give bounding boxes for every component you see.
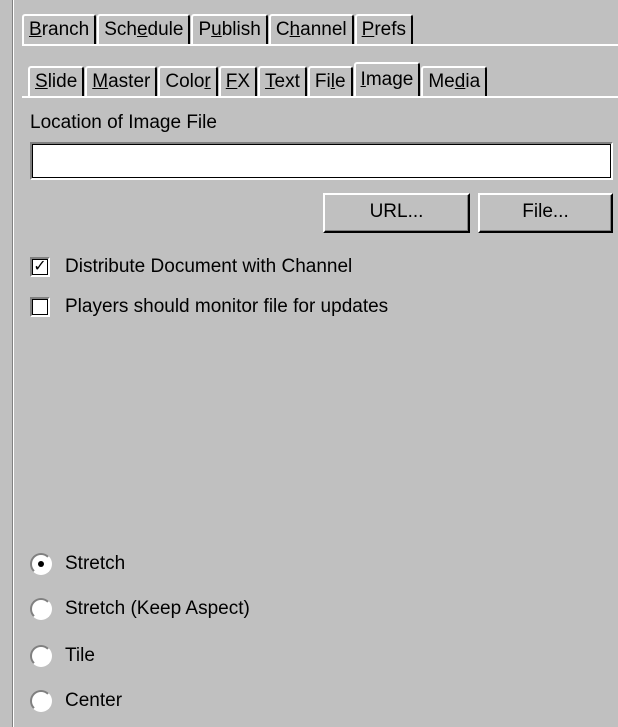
monitor-label: Players should monitor file for updates xyxy=(65,296,389,317)
distribute-checkbox-row[interactable]: ✓ Distribute Document with Channel xyxy=(30,256,352,278)
tab-media[interactable]: Media xyxy=(421,66,488,96)
distribute-label: Distribute Document with Channel xyxy=(65,256,353,277)
tab-file[interactable]: File xyxy=(307,66,353,96)
radio-center-label: Center xyxy=(65,690,123,711)
tab-color[interactable]: Color xyxy=(158,66,218,96)
tab-prefs[interactable]: Prefs xyxy=(354,14,413,44)
tab-image[interactable]: Image xyxy=(353,62,421,96)
radio-tile-label: Tile xyxy=(65,645,95,666)
location-field[interactable] xyxy=(30,142,613,180)
tab-branch[interactable]: Branch xyxy=(22,14,97,44)
tab-channel[interactable]: Channel xyxy=(268,14,354,44)
tab-publish[interactable]: Publish xyxy=(191,14,268,44)
image-settings-panel: Branch Schedule Publish Channel Prefs Sl… xyxy=(0,0,618,727)
radio-selected-dot xyxy=(38,561,44,567)
tab-fx[interactable]: FX xyxy=(218,66,258,96)
tab-schedule[interactable]: Schedule xyxy=(97,14,191,44)
tab-text[interactable]: Text xyxy=(258,66,307,96)
radio-stretch-label: Stretch xyxy=(65,553,126,574)
file-button[interactable]: File... xyxy=(478,193,613,233)
monitor-checkbox-row[interactable]: Players should monitor file for updates xyxy=(30,296,388,318)
radio-stretch-keep-aspect-button[interactable] xyxy=(30,598,52,620)
radio-tile[interactable]: Tile xyxy=(30,645,95,667)
radio-center-button[interactable] xyxy=(30,690,52,712)
tab-slide[interactable]: Slide xyxy=(28,66,85,96)
location-input[interactable] xyxy=(32,144,611,178)
radio-center[interactable]: Center xyxy=(30,690,122,712)
url-button[interactable]: URL... xyxy=(323,193,470,233)
location-label: Location of Image File xyxy=(30,112,217,133)
radio-stretch-keep-aspect-label: Stretch (Keep Aspect) xyxy=(65,598,250,619)
panel-border-highlight xyxy=(13,0,14,727)
distribute-checkbox[interactable]: ✓ xyxy=(30,257,50,277)
top-tab-bar: Branch Schedule Publish Channel Prefs xyxy=(22,14,414,44)
monitor-checkbox[interactable] xyxy=(30,297,50,317)
tab-master[interactable]: Master xyxy=(85,66,158,96)
radio-stretch[interactable]: Stretch xyxy=(30,553,125,575)
radio-stretch-keep-aspect[interactable]: Stretch (Keep Aspect) xyxy=(30,598,250,620)
sub-tab-bar: Slide Master Color FX Text File Image Me… xyxy=(28,62,488,96)
radio-stretch-button[interactable] xyxy=(30,553,52,575)
sub-tab-divider xyxy=(22,96,618,98)
radio-tile-button[interactable] xyxy=(30,645,52,667)
top-tab-divider xyxy=(22,44,618,46)
